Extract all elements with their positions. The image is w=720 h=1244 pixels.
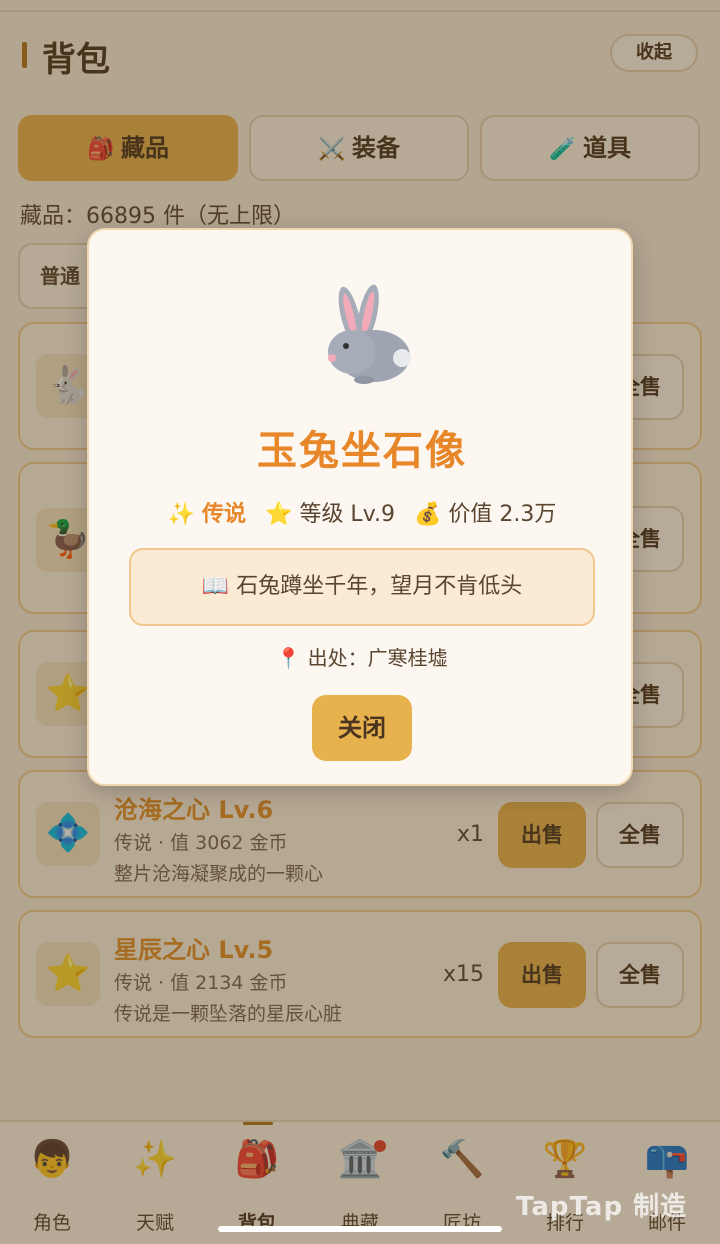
home-indicator[interactable] [218,1226,502,1232]
star-icon: ⭐ [265,502,293,527]
close-button[interactable]: 关闭 [312,695,412,761]
app-screen: 背包 收起 🎒 藏品 ⚔️ 装备 🧪 道具 藏品：66895 件（无上限） 普通 🐇 … [0,0,720,1244]
item-detail-modal: 玉兔坐石像 ✨ 传说 ⭐ 等级 Lv.9 💰 价值 2.3万 📖 石兔蹲坐千年，… [87,228,633,786]
item-origin: 📍 出处：广寒桂墟 [89,642,635,671]
money-bag-icon: 💰 [414,502,442,527]
quote-text: 石兔蹲坐千年，望月不肯低头 [236,574,523,599]
sparkles-icon: ✨ [167,502,196,527]
item-stats: ✨ 传说 ⭐ 等级 Lv.9 💰 价值 2.3万 [89,496,635,528]
book-icon: 📖 [201,574,230,599]
origin-text: 出处：广寒桂墟 [307,646,448,670]
pin-icon: 📍 [276,646,302,670]
rarity-label: 传说 [202,502,247,527]
watermark: TapTap 制造 [516,1192,688,1222]
item-quote: 📖 石兔蹲坐千年，望月不肯低头 [129,548,595,626]
level-label: 等级 Lv.9 [299,502,395,527]
item-title: 玉兔坐石像 [257,428,467,474]
rabbit-icon [328,284,411,384]
value-label: 价值 2.3万 [448,502,557,527]
